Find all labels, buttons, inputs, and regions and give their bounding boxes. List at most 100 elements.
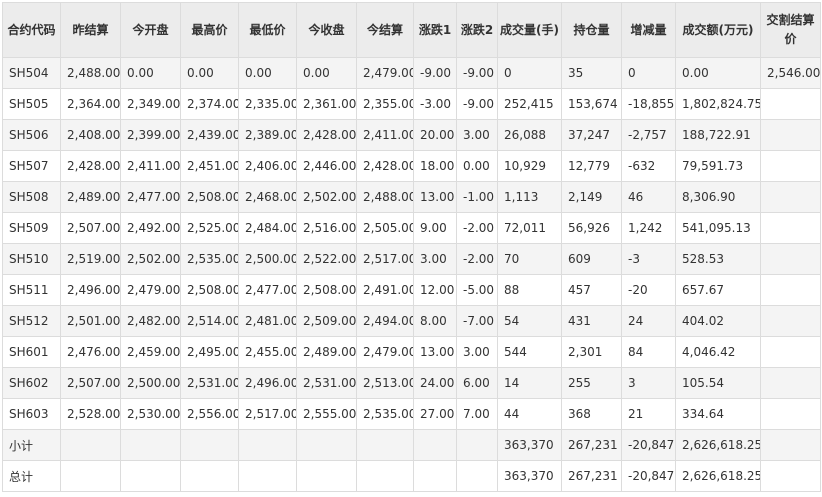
table-row: SH510 2,519.00 2,502.00 2,535.00 2,500.00 2,5… xyxy=(2,243,821,275)
table-cell xyxy=(60,460,121,492)
table-cell: 267,231 xyxy=(561,460,622,492)
table-cell: 2,488.00 xyxy=(356,181,414,213)
table-cell: 0 xyxy=(497,57,562,89)
table-cell: 153,674 xyxy=(561,88,622,120)
table-cell: 26,088 xyxy=(497,119,562,151)
table-cell: 2,428.00 xyxy=(60,150,121,182)
table-cell: 1,802,824.75 xyxy=(675,88,761,120)
column-header: 合约代码 xyxy=(2,2,61,58)
table-cell xyxy=(456,429,498,461)
table-cell: 404.02 xyxy=(675,305,761,337)
table-cell: 79,591.73 xyxy=(675,150,761,182)
table-cell: 2,507.00 xyxy=(60,367,121,399)
table-cell: -20 xyxy=(621,274,676,306)
contract-code-cell: SH509 xyxy=(2,212,61,244)
table-cell: 609 xyxy=(561,243,622,275)
contract-code-cell: SH508 xyxy=(2,181,61,213)
table-cell: 2,479.00 xyxy=(120,274,181,306)
table-cell: -632 xyxy=(621,150,676,182)
table-cell: 2,428.00 xyxy=(356,150,414,182)
table-cell xyxy=(760,367,821,399)
table-cell xyxy=(760,398,821,430)
table-cell: 2,349.00 xyxy=(120,88,181,120)
table-row: SH511 2,496.00 2,479.00 2,508.00 2,477.00 2,5… xyxy=(2,274,821,306)
table-cell: 2,626,618.25 xyxy=(675,460,761,492)
table-cell: 2,501.00 xyxy=(60,305,121,337)
table-cell: 2,514.00 xyxy=(180,305,239,337)
column-header: 今结算 xyxy=(356,2,414,58)
table-cell: 2,399.00 xyxy=(120,119,181,151)
contract-code-cell: SH504 xyxy=(2,57,61,89)
table-cell: 2,535.00 xyxy=(180,243,239,275)
table-cell: 2,531.00 xyxy=(180,367,239,399)
table-cell: 3.00 xyxy=(456,119,498,151)
column-header: 最低价 xyxy=(238,2,297,58)
table-cell: 24 xyxy=(621,305,676,337)
table-row: SH505 2,364.00 2,349.00 2,374.00 2,335.00 2,3… xyxy=(2,88,821,120)
table-cell: -7.00 xyxy=(456,305,498,337)
table-cell xyxy=(356,460,414,492)
table-cell: 0.00 xyxy=(456,150,498,182)
contract-code-cell: SH512 xyxy=(2,305,61,337)
table-cell: 105.54 xyxy=(675,367,761,399)
contract-code-cell: SH601 xyxy=(2,336,61,368)
table-row: SH509 2,507.00 2,492.00 2,525.00 2,484.00 2,5… xyxy=(2,212,821,244)
table-cell: 2,477.00 xyxy=(120,181,181,213)
table-cell xyxy=(760,212,821,244)
table-cell: 4,046.42 xyxy=(675,336,761,368)
column-header: 持仓量 xyxy=(561,2,622,58)
table-cell: 2,482.00 xyxy=(120,305,181,337)
table-cell: 8.00 xyxy=(413,305,457,337)
table-cell: 2,481.00 xyxy=(238,305,297,337)
table-cell: 188,722.91 xyxy=(675,119,761,151)
table-cell xyxy=(760,243,821,275)
table-row: SH507 2,428.00 2,411.00 2,451.00 2,406.00 2,4… xyxy=(2,150,821,182)
table-cell: 2,522.00 xyxy=(296,243,357,275)
table-cell xyxy=(238,429,297,461)
table-cell: 2,459.00 xyxy=(120,336,181,368)
table-cell: 2,517.00 xyxy=(356,243,414,275)
table-cell: 2,505.00 xyxy=(356,212,414,244)
table-cell xyxy=(760,88,821,120)
contract-code-cell: SH602 xyxy=(2,367,61,399)
table-cell: 12.00 xyxy=(413,274,457,306)
table-cell: -3 xyxy=(621,243,676,275)
table-cell: 44 xyxy=(497,398,562,430)
table-cell xyxy=(760,336,821,368)
table-cell: -9.00 xyxy=(413,57,457,89)
table-cell: 2,411.00 xyxy=(120,150,181,182)
table-cell: 541,095.13 xyxy=(675,212,761,244)
table-cell xyxy=(760,181,821,213)
table-cell: 0.00 xyxy=(675,57,761,89)
table-cell: 2,528.00 xyxy=(60,398,121,430)
table-cell xyxy=(180,429,239,461)
table-cell: 2,494.00 xyxy=(356,305,414,337)
table-cell: 3.00 xyxy=(413,243,457,275)
table-cell: 21 xyxy=(621,398,676,430)
table-cell: 2,477.00 xyxy=(238,274,297,306)
table-cell xyxy=(120,429,181,461)
table-cell: 657.67 xyxy=(675,274,761,306)
table-cell: -5.00 xyxy=(456,274,498,306)
table-cell: 13.00 xyxy=(413,336,457,368)
table-cell: 2,479.00 xyxy=(356,57,414,89)
table-cell: 2,355.00 xyxy=(356,88,414,120)
table-cell: 2,484.00 xyxy=(238,212,297,244)
table-cell xyxy=(296,429,357,461)
table-cell: 2,446.00 xyxy=(296,150,357,182)
table-cell: 8,306.90 xyxy=(675,181,761,213)
table-cell: 2,468.00 xyxy=(238,181,297,213)
table-cell: 528.53 xyxy=(675,243,761,275)
table-cell: 2,364.00 xyxy=(60,88,121,120)
contract-code-cell: SH505 xyxy=(2,88,61,120)
table-cell: 2,479.00 xyxy=(356,336,414,368)
table-cell: 255 xyxy=(561,367,622,399)
table-row: 总计 363,370 267,231 -20,847 2,626,618.25 xyxy=(2,460,821,492)
table-cell xyxy=(180,460,239,492)
table-cell: -9.00 xyxy=(456,57,498,89)
table-cell: 0.00 xyxy=(296,57,357,89)
table-cell: 18.00 xyxy=(413,150,457,182)
table-cell: 2,509.00 xyxy=(296,305,357,337)
table-cell xyxy=(456,460,498,492)
table-cell xyxy=(760,150,821,182)
